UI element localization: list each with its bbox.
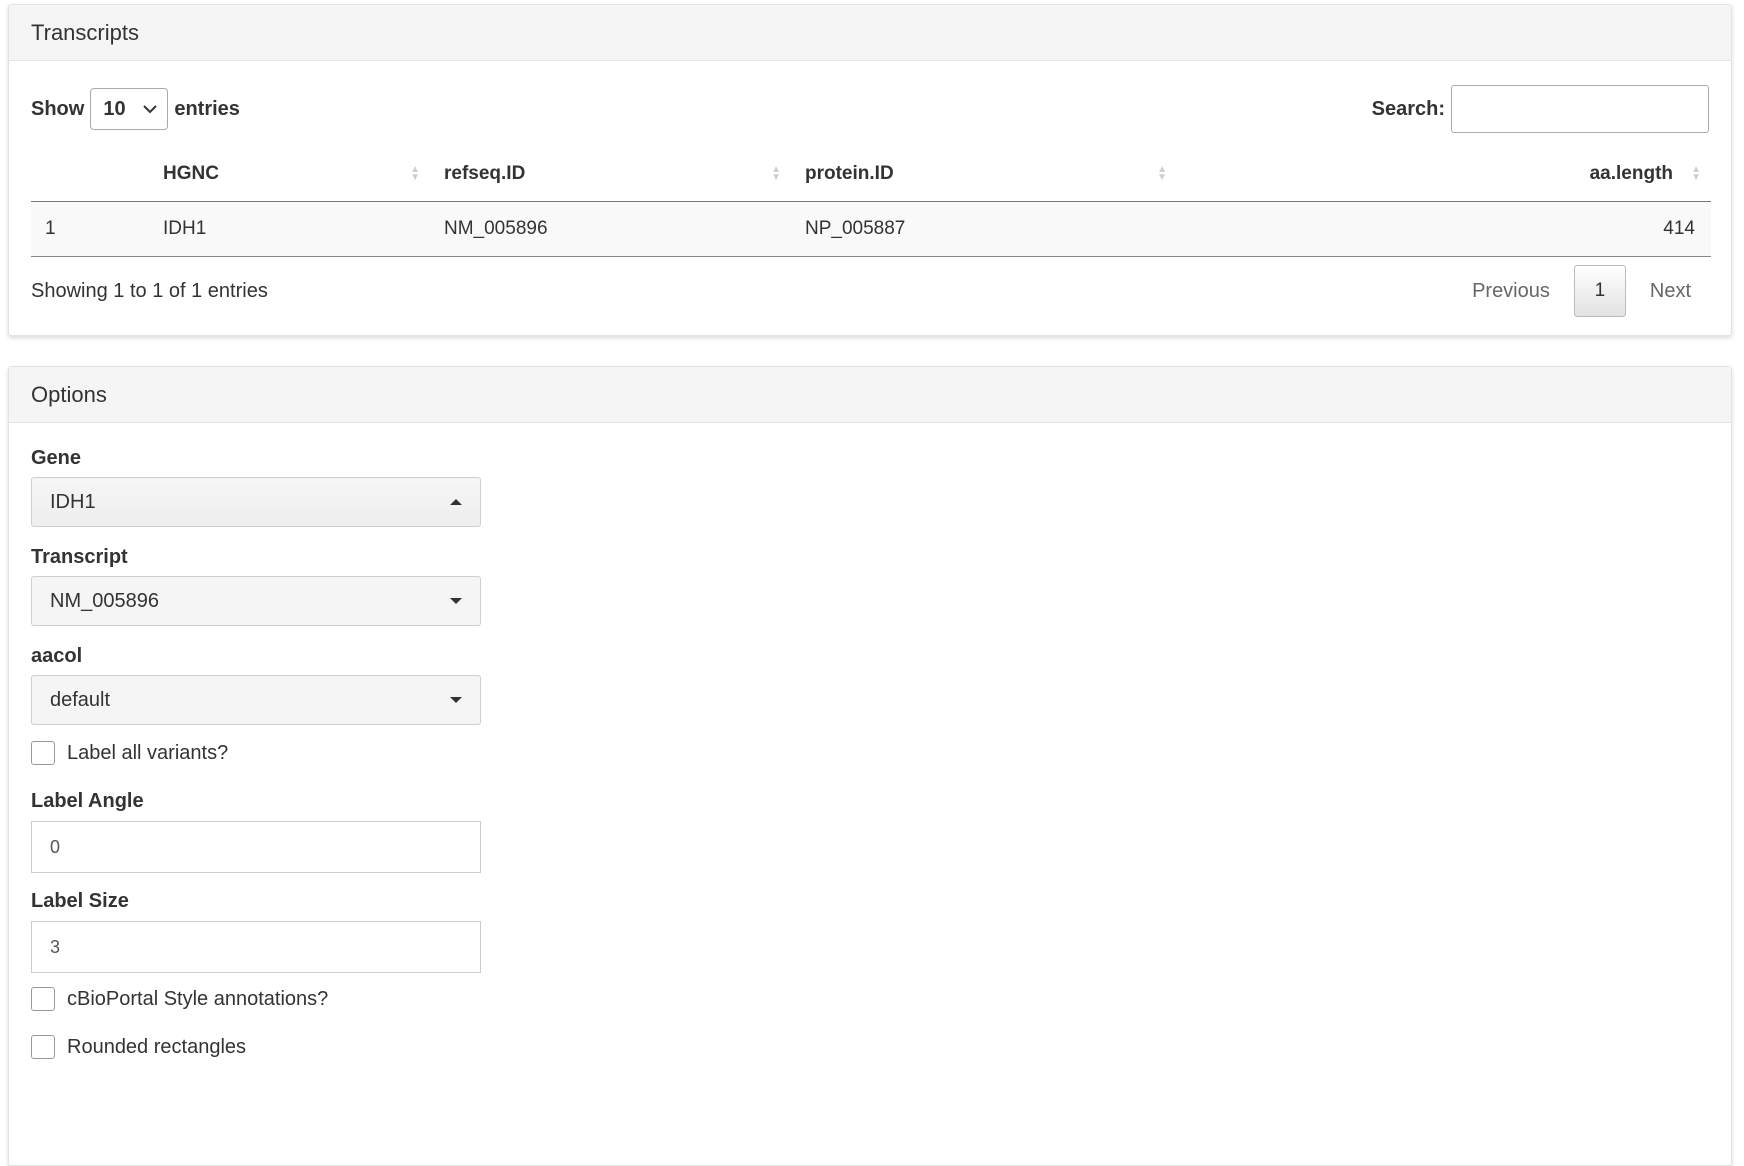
transcripts-panel-title: Transcripts — [31, 19, 139, 45]
column-header-aa-length[interactable]: aa.length ▲ ▼ — [1177, 147, 1711, 202]
transcript-label: Transcript — [31, 546, 128, 568]
cell-hgnc: IDH1 — [149, 201, 430, 257]
column-header-refseq[interactable]: refseq.ID ▲ ▼ — [430, 147, 791, 202]
previous-page-button[interactable]: Previous — [1454, 270, 1568, 313]
label-angle-label: Label Angle — [31, 790, 144, 812]
checkbox-box[interactable] — [31, 741, 55, 765]
column-header-protein[interactable]: protein.ID ▲ ▼ — [791, 147, 1177, 202]
column-header-label: protein.ID — [805, 162, 894, 184]
transcript-select[interactable]: NM_005896 — [31, 576, 481, 626]
sort-icon: ▲ ▼ — [1157, 163, 1167, 183]
cell-protein: NP_005887 — [791, 201, 1177, 257]
entries-label: entries — [174, 97, 240, 120]
aacol-select[interactable]: default — [31, 675, 481, 725]
search-input[interactable] — [1451, 85, 1709, 133]
transcripts-panel: Transcripts Show 10 entries Search: HGNC… — [8, 4, 1732, 336]
transcripts-panel-header: Transcripts — [9, 5, 1731, 61]
label-size-input[interactable]: 3 — [31, 921, 481, 973]
page-length-select[interactable]: 10 — [90, 88, 169, 130]
page-length-control: Show 10 entries — [31, 88, 240, 130]
caret-up-icon — [450, 499, 462, 505]
transcripts-table: HGNC ▲ ▼ refseq.ID ▲ ▼ protein.ID ▲ ▼ aa.le… — [31, 147, 1711, 257]
caret-down-icon — [450, 697, 462, 703]
show-label: Show — [31, 97, 85, 120]
table-info: Showing 1 to 1 of 1 entries — [31, 279, 268, 302]
table-footer: Showing 1 to 1 of 1 entries Previous 1 N… — [31, 263, 1709, 319]
rounded-rectangles-label: Rounded rectangles — [67, 1035, 247, 1058]
cell-index: 1 — [31, 201, 149, 257]
label-all-variants-checkbox[interactable]: Label all variants? — [31, 741, 228, 765]
current-page-button[interactable]: 1 — [1573, 265, 1626, 317]
column-header-hgnc[interactable]: HGNC ▲ ▼ — [149, 147, 430, 202]
sort-icon: ▲ ▼ — [771, 163, 781, 183]
options-panel-header: Options — [9, 367, 1731, 423]
cbioportal-style-label: cBioPortal Style annotations? — [67, 987, 329, 1010]
gene-select-value: IDH1 — [50, 490, 96, 513]
pagination: Previous 1 Next — [1454, 265, 1709, 317]
gene-label: Gene — [31, 447, 82, 469]
page-length-value: 10 — [103, 97, 126, 120]
label-all-variants-label: Label all variants? — [67, 741, 229, 764]
cell-aa-length: 414 — [1177, 201, 1711, 257]
sort-icon: ▲ ▼ — [1691, 163, 1701, 183]
column-header-label: aa.length — [1589, 162, 1673, 184]
options-panel: Options Gene IDH1 Transcript NM_005896 a… — [8, 366, 1732, 1166]
column-header-index — [31, 147, 149, 202]
label-angle-input[interactable]: 0 — [31, 821, 481, 873]
table-header-row: HGNC ▲ ▼ refseq.ID ▲ ▼ protein.ID ▲ ▼ aa.le… — [31, 147, 1711, 202]
caret-down-icon — [450, 598, 462, 604]
checkbox-box[interactable] — [31, 987, 55, 1011]
gene-select[interactable]: IDH1 — [31, 477, 481, 527]
table-row[interactable]: 1 IDH1 NM_005896 NP_005887 414 — [31, 201, 1711, 257]
column-header-label: refseq.ID — [444, 162, 526, 184]
column-header-label: HGNC — [163, 162, 219, 184]
cell-refseq: NM_005896 — [430, 201, 791, 257]
sort-icon: ▲ ▼ — [410, 163, 420, 183]
checkbox-box[interactable] — [31, 1035, 55, 1059]
aacol-label: aacol — [31, 645, 83, 667]
table-search: Search: — [1372, 85, 1709, 133]
cbioportal-style-checkbox[interactable]: cBioPortal Style annotations? — [31, 987, 328, 1011]
search-label: Search: — [1371, 97, 1445, 120]
transcript-select-value: NM_005896 — [50, 589, 159, 612]
label-size-label: Label Size — [31, 890, 129, 912]
next-page-button[interactable]: Next — [1632, 270, 1709, 313]
rounded-rectangles-checkbox[interactable]: Rounded rectangles — [31, 1035, 246, 1059]
options-panel-title: Options — [31, 381, 107, 407]
table-controls: Show 10 entries Search: — [31, 85, 1709, 133]
chevron-down-icon — [143, 105, 158, 114]
aacol-select-value: default — [50, 688, 111, 711]
